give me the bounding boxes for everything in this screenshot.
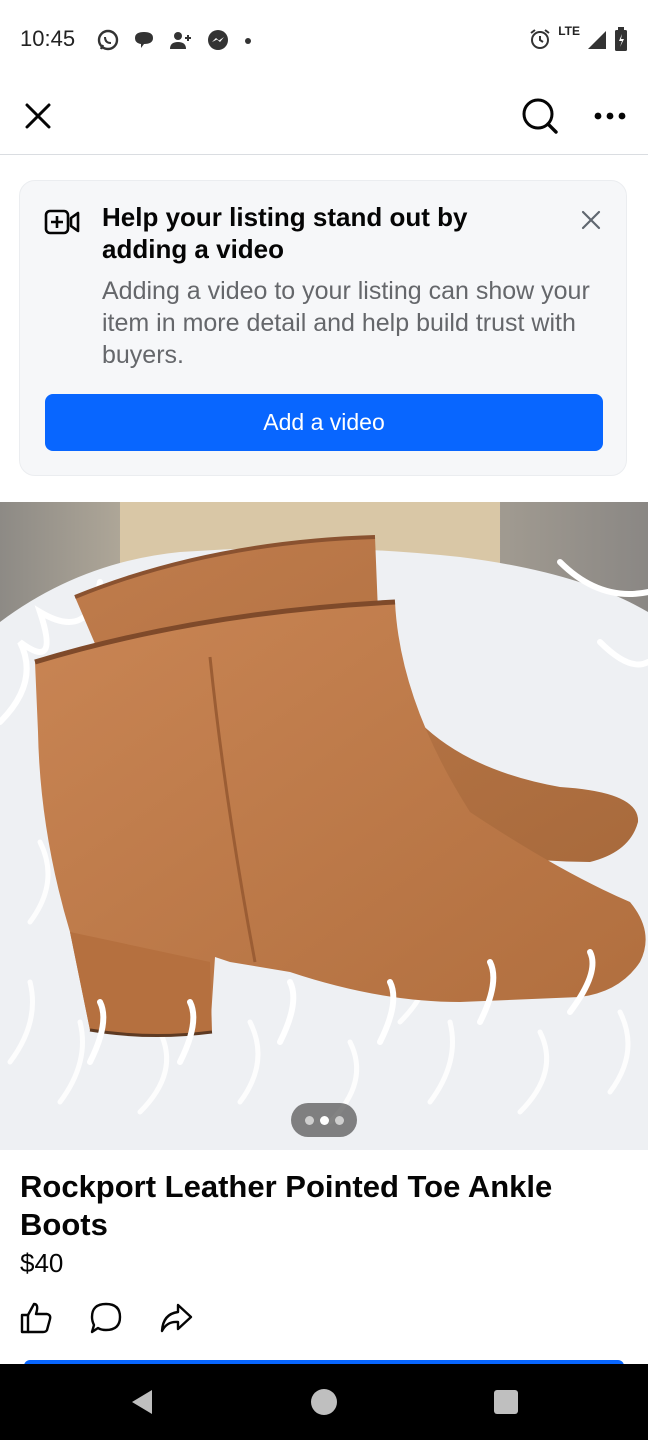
signal-icon	[588, 31, 606, 49]
carousel-indicator	[291, 1103, 357, 1137]
dot-icon	[245, 38, 251, 44]
alarm-icon	[530, 29, 550, 49]
messenger-icon	[208, 30, 228, 50]
back-icon	[132, 1390, 152, 1414]
dismiss-icon	[581, 210, 601, 230]
promo-dismiss-button[interactable]	[576, 205, 606, 235]
status-time: 10:45	[20, 26, 76, 51]
carousel-dot	[304, 1115, 314, 1125]
whatsapp-icon	[97, 29, 119, 51]
add-person-icon	[170, 32, 191, 49]
boots-image	[0, 502, 648, 1150]
top-nav	[0, 80, 648, 155]
comment-button[interactable]	[86, 1298, 126, 1338]
share-button[interactable]	[156, 1298, 196, 1338]
home-icon	[311, 1389, 337, 1415]
battery-icon	[615, 27, 627, 51]
add-video-promo-card: Help your listing stand out by adding a …	[19, 180, 627, 476]
like-button[interactable]	[16, 1298, 56, 1338]
share-icon	[160, 1303, 193, 1333]
more-button[interactable]	[586, 92, 634, 140]
carousel-dot-active	[319, 1115, 329, 1125]
promo-title: Help your listing stand out by adding a …	[102, 202, 468, 264]
listing-actions	[16, 1298, 196, 1338]
back-button[interactable]	[118, 1378, 166, 1426]
add-video-icon	[44, 209, 80, 235]
status-bar: 10:45 LTE	[0, 0, 648, 80]
listing-price: $40	[20, 1248, 64, 1278]
close-icon	[25, 103, 51, 129]
product-photo[interactable]	[0, 502, 648, 1150]
system-status-icons: LTE	[528, 24, 628, 52]
comment-icon	[90, 1302, 122, 1334]
system-navigation-bar	[0, 1364, 648, 1440]
add-video-button[interactable]: Add a video	[45, 394, 603, 451]
notification-icons	[96, 28, 254, 52]
search-button[interactable]	[516, 92, 564, 140]
promo-description: Adding a video to your listing can show …	[102, 277, 590, 369]
more-icon	[594, 112, 626, 120]
carousel-dot	[334, 1115, 344, 1125]
recents-icon	[494, 1390, 518, 1414]
recents-button[interactable]	[482, 1378, 530, 1426]
search-icon	[522, 98, 558, 134]
network-type: LTE	[558, 24, 580, 38]
close-button[interactable]	[14, 92, 62, 140]
home-button[interactable]	[300, 1378, 348, 1426]
like-icon	[20, 1302, 52, 1334]
listing-title: Rockport Leather Pointed Toe Ankle Boots	[20, 1169, 553, 1242]
chat-icon	[135, 32, 153, 48]
